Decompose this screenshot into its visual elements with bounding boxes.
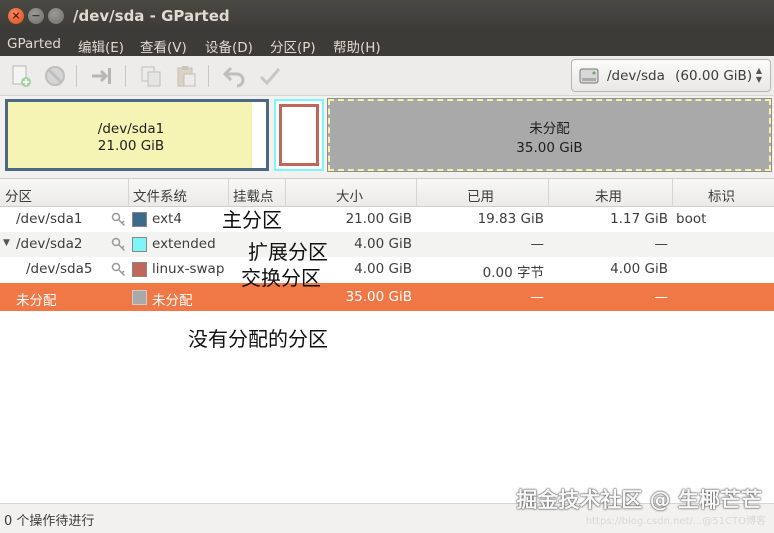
annotation-primary-partition: 主分区 <box>222 208 282 232</box>
partition-used: 0.00 字节 <box>482 265 544 281</box>
resize-move-icon[interactable] <box>90 64 114 88</box>
partition-size: 35.00 GiB <box>345 289 412 305</box>
partition-unused: — <box>654 236 669 252</box>
key-icon <box>111 262 126 277</box>
column-header-used[interactable]: 已用 <box>467 185 494 205</box>
disk-graphic: /dev/sda1 21.00 GiB 未分配 35.00 GiB <box>0 97 774 175</box>
device-size: (60.00 GiB) <box>675 68 753 84</box>
maximize-window-button[interactable] <box>48 8 64 24</box>
paste-icon[interactable] <box>174 64 198 88</box>
annotation-swap-partition: 交换分区 <box>241 266 321 290</box>
new-partition-icon[interactable] <box>9 64 33 88</box>
copy-icon[interactable] <box>139 64 163 88</box>
filesystem-name: linux-swap <box>152 261 225 277</box>
filesystem-color-swatch <box>132 290 147 305</box>
undo-icon[interactable] <box>222 64 246 88</box>
partition-name: 未分配 <box>16 293 57 309</box>
partition-name: /dev/sda2 <box>16 236 83 252</box>
disk-map-sda1-size: 21.00 GiB <box>97 138 165 154</box>
filesystem-name: extended <box>152 236 216 252</box>
annotation-unallocated: 没有分配的分区 <box>188 327 328 351</box>
partition-used: — <box>530 289 545 305</box>
table-row-selected[interactable]: 未分配 未分配 35.00 GiB — — <box>0 283 774 311</box>
disk-map-unallocated-size: 35.00 GiB <box>516 140 583 156</box>
key-icon <box>111 237 126 252</box>
column-separator[interactable] <box>228 179 229 207</box>
close-window-button[interactable]: × <box>8 8 24 24</box>
device-selector[interactable]: /dev/sda (60.00 GiB) ▲ ▼ <box>571 59 771 92</box>
column-header-flags[interactable]: 标识 <box>708 185 735 205</box>
minimize-window-button[interactable]: − <box>28 8 44 24</box>
key-icon <box>111 212 126 227</box>
filesystem-color-swatch <box>132 237 147 252</box>
partition-size: 21.00 GiB <box>345 211 412 227</box>
menu-view[interactable]: 查看(V) <box>140 36 187 56</box>
disk-map-unallocated[interactable]: 未分配 35.00 GiB <box>327 98 772 172</box>
partition-flags: boot <box>676 211 707 227</box>
partition-unused: 4.00 GiB <box>610 261 668 277</box>
menu-edit[interactable]: 编辑(E) <box>78 36 124 56</box>
column-separator[interactable] <box>416 179 417 207</box>
disk-map-sda1-name: /dev/sda1 <box>97 121 165 137</box>
table-row[interactable]: /dev/sda5 linux-swap 4.00 GiB 0.00 字节 4.… <box>0 257 774 282</box>
hard-disk-icon <box>579 68 599 84</box>
column-separator[interactable] <box>672 179 673 207</box>
disk-map-sda1[interactable]: /dev/sda1 21.00 GiB <box>5 99 269 171</box>
table-row[interactable]: /dev/sda1 ext4 21.00 GiB 19.83 GiB 1.17 … <box>0 207 774 232</box>
menu-partition[interactable]: 分区(P) <box>270 36 316 56</box>
filesystem-name: ext4 <box>152 211 182 227</box>
disk-map-extended[interactable] <box>274 99 324 171</box>
title-bar: × − /dev/sda - GParted <box>0 0 774 32</box>
disk-map-unallocated-name: 未分配 <box>529 121 570 137</box>
partition-unused: — <box>654 289 669 305</box>
device-path: /dev/sda <box>607 68 665 84</box>
column-header-unused[interactable]: 未用 <box>595 185 622 205</box>
column-separator[interactable] <box>285 179 286 207</box>
filesystem-name: 未分配 <box>152 293 193 309</box>
apply-icon[interactable] <box>258 64 282 88</box>
partition-used: — <box>530 236 545 252</box>
menu-device[interactable]: 设备(D) <box>205 36 253 56</box>
partition-table: 分区 文件系统 挂载点 大小 已用 未用 标识 /dev/sda1 ext4 2… <box>0 178 774 503</box>
watermark-sub: https://blog.csdn.net/...@51CTO博客 <box>585 516 766 527</box>
column-separator[interactable] <box>128 179 129 207</box>
column-header-filesystem[interactable]: 文件系统 <box>133 185 187 205</box>
toolbar-separator <box>125 65 126 87</box>
pending-operations-status: 0 个操作待进行 <box>4 514 95 529</box>
table-header: 分区 文件系统 挂载点 大小 已用 未用 标识 <box>0 179 774 207</box>
partition-unused: 1.17 GiB <box>610 211 668 227</box>
partition-used: 19.83 GiB <box>477 211 544 227</box>
toolbar-separator <box>208 65 209 87</box>
partition-name: /dev/sda1 <box>16 211 83 227</box>
toolbar-separator <box>76 65 77 87</box>
menu-help[interactable]: 帮助(H) <box>333 36 381 56</box>
filesystem-color-swatch <box>132 212 147 227</box>
expander-triangle-icon[interactable]: ▼ <box>3 238 10 248</box>
annotation-extended-partition: 扩展分区 <box>248 240 328 264</box>
chevron-updown-icon: ▲ ▼ <box>755 66 762 84</box>
partition-name: /dev/sda5 <box>26 261 93 277</box>
table-row[interactable]: ▼ /dev/sda2 extended 4.00 GiB — — <box>0 232 774 257</box>
filesystem-color-swatch <box>132 262 147 277</box>
delete-icon[interactable] <box>43 64 67 88</box>
window-title: /dev/sda - GParted <box>73 7 230 25</box>
column-separator[interactable] <box>548 179 549 207</box>
column-header-mountpoint[interactable]: 挂载点 <box>233 185 274 205</box>
menu-gparted[interactable]: GParted <box>7 36 61 52</box>
disk-map-sda5-swap[interactable] <box>279 104 319 166</box>
watermark: 掘金技术社区 @ 生椰芒芒 <box>516 488 762 512</box>
column-header-size[interactable]: 大小 <box>336 185 363 205</box>
menu-bar: GParted 编辑(E) 查看(V) 设备(D) 分区(P) 帮助(H) <box>0 32 774 56</box>
column-header-partition[interactable]: 分区 <box>5 185 32 205</box>
